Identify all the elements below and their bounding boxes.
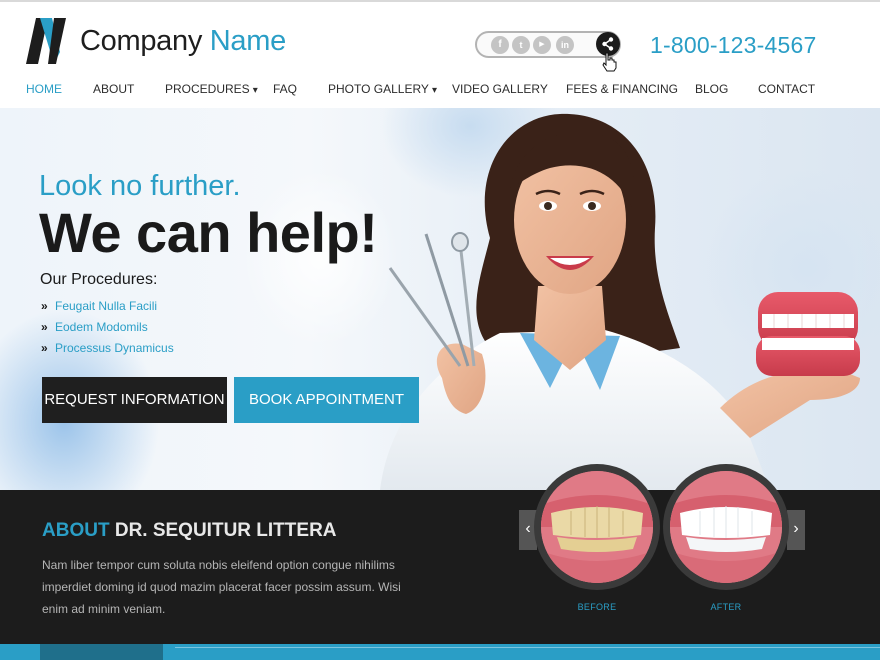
hero-headline: We can help! [39, 201, 378, 264]
procedures-list: » Feugait Nulla Facili » Eodem Modomils » P… [41, 298, 174, 361]
nav-video-gallery-label: VIDEO GALLERY [452, 82, 548, 96]
before-label: BEFORE [577, 602, 617, 612]
nav-home[interactable]: HOME [26, 82, 62, 96]
slider-next-button[interactable]: › [787, 510, 805, 550]
nav-contact[interactable]: CONTACT [758, 82, 815, 96]
procedures-title: Our Procedures: [40, 271, 158, 288]
after-image-frame [663, 464, 789, 590]
nav-home-label: HOME [26, 82, 62, 96]
hand-cursor-icon [602, 52, 617, 72]
about-title-rest: DR. SEQUITUR LITTERA [109, 520, 337, 541]
bottom-bar [0, 644, 880, 660]
dropdown-arrow-icon: ▾ [431, 85, 437, 96]
book-appointment-button[interactable]: BOOK APPOINTMENT [234, 377, 419, 423]
dropdown-arrow-icon: ▾ [252, 85, 258, 96]
hero-tagline: Look no further. [39, 170, 241, 202]
bottom-tab[interactable] [40, 644, 163, 660]
brand-name: Company Name [80, 25, 286, 58]
nav-photo-gallery-label: PHOTO GALLERY [328, 82, 429, 96]
procedure-item[interactable]: » Eodem Modomils [41, 319, 174, 340]
after-teeth-image[interactable] [670, 471, 782, 583]
nav-video-gallery[interactable]: VIDEO GALLERY [452, 82, 548, 96]
nav-about[interactable]: ABOUT [93, 82, 134, 96]
logo[interactable]: Company Name [26, 18, 286, 64]
nav-fees-financing[interactable]: FEES & FINANCING [566, 82, 678, 96]
linkedin-icon[interactable]: in [556, 36, 574, 54]
bullet-icon: » [41, 320, 48, 334]
about-section: ABOUT DR. SEQUITUR LITTERA Nam liber tem… [0, 464, 880, 644]
bullet-icon: » [41, 299, 48, 313]
bottom-divider [175, 647, 880, 648]
brand-name-part2: Name [209, 24, 286, 57]
nav-contact-label: CONTACT [758, 82, 816, 96]
about-description: Nam liber tempor cum soluta nobis eleife… [42, 558, 401, 616]
nav-procedures[interactable]: PROCEDURES ▾ [165, 82, 258, 96]
procedure-link[interactable]: Eodem Modomils [55, 320, 148, 334]
brand-name-part1: Company [80, 24, 203, 57]
procedure-link[interactable]: Feugait Nulla Facili [55, 299, 157, 313]
nav-faq-label: FAQ [273, 82, 298, 96]
phone-number[interactable]: 1-800-123-4567 [650, 32, 816, 59]
nav-photo-gallery[interactable]: PHOTO GALLERY ▾ [328, 82, 437, 96]
about-title-accent: ABOUT [42, 520, 110, 541]
nav-blog-label: BLOG [695, 82, 729, 96]
youtube-icon[interactable]: ▶ [533, 36, 551, 54]
bullet-icon: » [41, 341, 48, 355]
nav-blog[interactable]: BLOG [695, 82, 728, 96]
dentist-photo [380, 113, 860, 490]
main-nav: HOME ABOUT PROCEDURES ▾ FAQ PHOTO GALLERY… [0, 82, 880, 100]
procedure-item[interactable]: » Processus Dynamicus [41, 340, 174, 361]
after-label: AFTER [710, 602, 742, 612]
nav-fees-financing-label: FEES & FINANCING [566, 82, 679, 96]
twitter-icon[interactable]: t [512, 36, 530, 54]
before-image-frame [534, 464, 660, 590]
before-teeth-image[interactable] [541, 471, 653, 583]
teeth-after-icon [670, 471, 782, 583]
nav-procedures-label: PROCEDURES [165, 82, 250, 96]
procedure-item[interactable]: » Feugait Nulla Facili [41, 298, 174, 319]
request-information-button[interactable]: REQUEST INFORMATION [42, 377, 227, 423]
procedure-link[interactable]: Processus Dynamicus [55, 341, 174, 355]
facebook-icon[interactable]: f [491, 36, 509, 54]
site-header: Company Name f t ▶ in 1-800-123-4567 HOM… [0, 0, 880, 108]
nav-faq[interactable]: FAQ [273, 82, 297, 96]
logo-mark-icon [26, 18, 66, 64]
nav-about-label: ABOUT [93, 82, 135, 96]
about-title: ABOUT DR. SEQUITUR LITTERA [42, 520, 337, 542]
teeth-before-icon [541, 471, 653, 583]
hero-banner: Look no further. We can help! Our Proced… [0, 108, 880, 490]
